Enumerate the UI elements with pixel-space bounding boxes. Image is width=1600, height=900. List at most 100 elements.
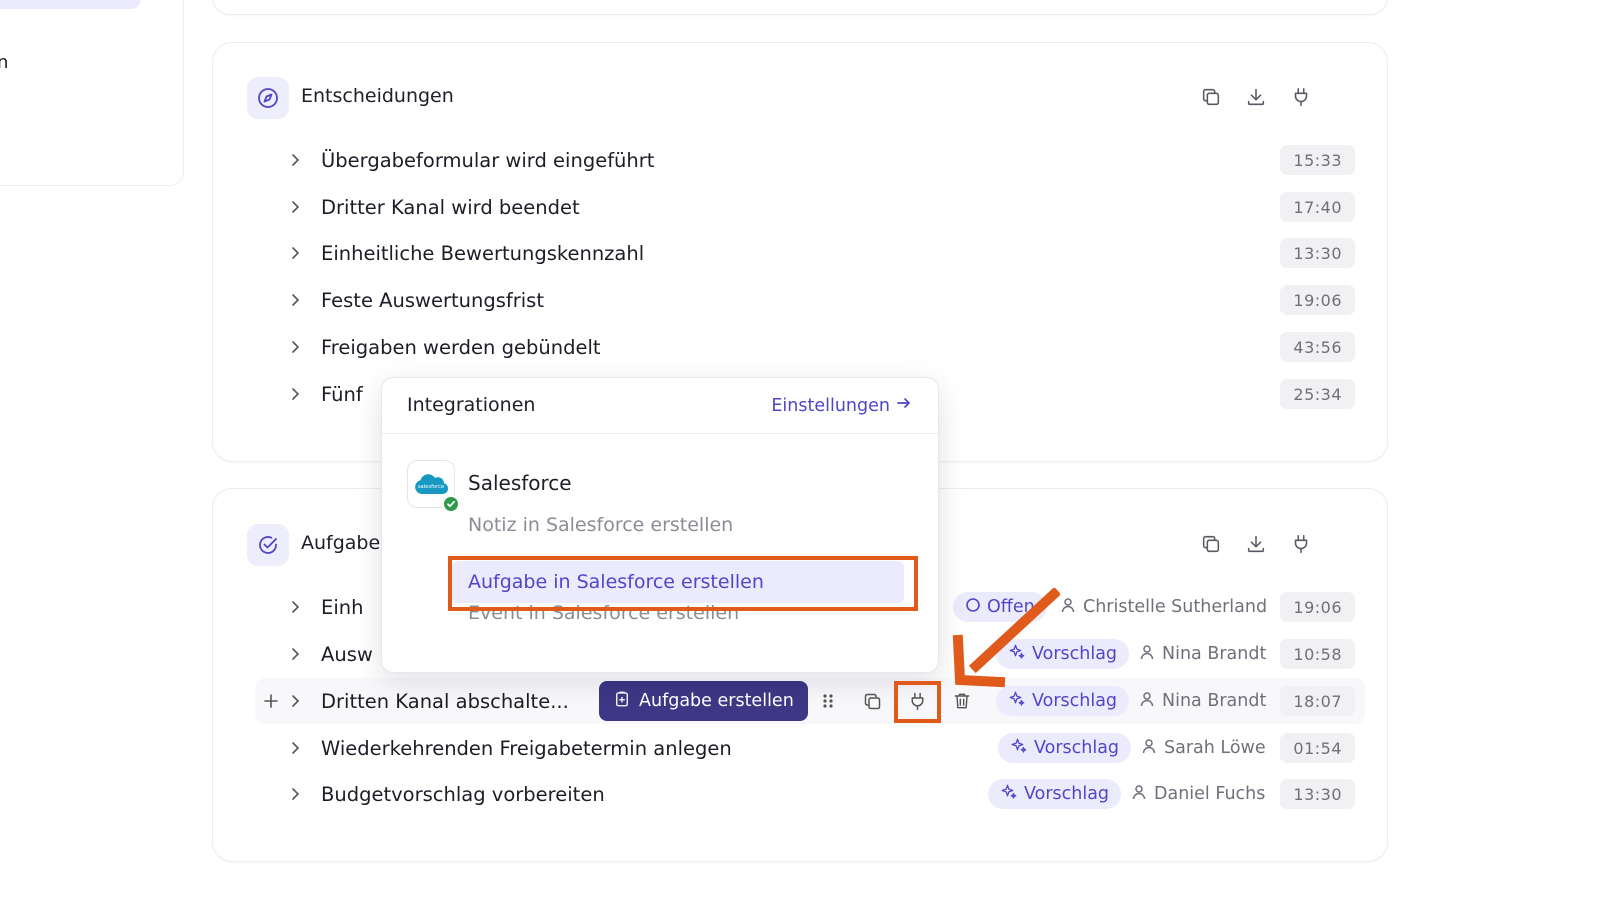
integration-name: Salesforce <box>468 471 572 495</box>
chevron-right-icon[interactable] <box>281 694 309 708</box>
task-label: Dritten Kanal abschalte... <box>321 689 569 713</box>
chevron-right-icon[interactable] <box>281 741 309 755</box>
tasks-title: Aufgabe <box>301 532 381 554</box>
assignee-name: Christelle Sutherland <box>1083 597 1268 617</box>
task-label: Ausw <box>321 642 373 666</box>
user-icon <box>1141 738 1157 759</box>
timestamp[interactable]: 13:30 <box>1280 238 1355 268</box>
chevron-right-icon[interactable] <box>281 600 309 614</box>
decision-row[interactable]: Fünf <box>281 372 363 416</box>
timestamp[interactable]: 19:06 <box>1280 592 1355 622</box>
sparkle-icon <box>1000 783 1018 806</box>
decision-label: Einheitliche Bewertungskennzahl <box>321 241 645 265</box>
chevron-right-icon[interactable] <box>281 340 309 354</box>
checkmark-icon <box>442 495 460 513</box>
plug-icon[interactable] <box>1285 81 1317 113</box>
assignee-name: Nina Brandt <box>1162 644 1267 664</box>
decision-row[interactable]: Feste Auswertungsfrist <box>281 278 544 322</box>
salesforce-logo-text: salesforce <box>418 484 444 490</box>
highlight-box <box>894 681 941 723</box>
timestamp[interactable]: 19:06 <box>1280 285 1355 315</box>
sparkle-icon <box>1010 737 1028 760</box>
decision-row[interactable]: Freigaben werden gebündelt <box>281 325 601 369</box>
salesforce-logo: salesforce <box>407 460 460 513</box>
clipboard-icon <box>613 690 631 713</box>
left-nav-label[interactable]: n <box>0 52 8 73</box>
popup-title: Integrationen <box>407 394 536 416</box>
decisions-title: Entscheidungen <box>301 85 454 107</box>
assignee[interactable]: Christelle Sutherland <box>1060 592 1267 622</box>
assignee[interactable]: Daniel Fuchs <box>1131 779 1265 809</box>
user-icon <box>1139 691 1155 712</box>
chevron-right-icon[interactable] <box>281 293 309 307</box>
annotation-arrow-icon <box>952 588 1060 688</box>
decision-label: Dritter Kanal wird beendet <box>321 195 580 219</box>
drag-handle-icon[interactable] <box>810 683 846 719</box>
assignee[interactable]: Sarah Löwe <box>1141 733 1266 763</box>
task-label: Einh <box>321 595 364 619</box>
decision-row[interactable]: Dritter Kanal wird beendet <box>281 185 580 229</box>
task-row[interactable]: Wiederkehrenden Freigabetermin anlegen <box>281 726 732 770</box>
chevron-right-icon[interactable] <box>281 153 309 167</box>
copy-icon[interactable] <box>1195 81 1227 113</box>
trash-icon[interactable] <box>944 683 980 719</box>
task-row[interactable]: Ausw <box>281 632 373 676</box>
check-circle-icon <box>247 524 289 566</box>
assignee[interactable]: Nina Brandt <box>1139 639 1266 669</box>
create-task-label: Aufgabe erstellen <box>639 691 794 711</box>
settings-link[interactable]: Einstellungen <box>771 395 912 416</box>
timestamp[interactable]: 25:34 <box>1280 379 1355 409</box>
assignee-name: Nina Brandt <box>1162 691 1267 711</box>
timestamp[interactable]: 15:33 <box>1280 145 1355 175</box>
chevron-right-icon[interactable] <box>281 647 309 661</box>
decision-row[interactable]: Einheitliche Bewertungskennzahl <box>281 231 644 275</box>
status-label: Vorschlag <box>1024 784 1110 804</box>
highlight-box <box>448 556 918 611</box>
chevron-right-icon[interactable] <box>281 200 309 214</box>
assignee[interactable]: Nina Brandt <box>1139 686 1266 716</box>
sparkle-icon <box>1008 690 1026 713</box>
decision-label: Übergabeformular wird eingeführt <box>321 148 655 172</box>
user-icon <box>1139 644 1155 665</box>
arrow-right-icon <box>896 395 912 416</box>
task-row[interactable]: Einh <box>281 585 363 629</box>
plug-icon[interactable] <box>1285 528 1317 560</box>
timestamp[interactable]: 43:56 <box>1280 332 1355 362</box>
download-icon[interactable] <box>1240 528 1272 560</box>
create-task-button[interactable]: Aufgabe erstellen <box>599 681 808 721</box>
previous-card <box>212 0 1388 15</box>
create-note-option[interactable]: Notiz in Salesforce erstellen <box>468 514 733 536</box>
timestamp[interactable]: 13:30 <box>1280 779 1355 809</box>
chevron-right-icon[interactable] <box>281 787 309 801</box>
status-badge[interactable]: Vorschlag <box>998 733 1132 763</box>
download-icon[interactable] <box>1240 81 1272 113</box>
settings-link-label: Einstellungen <box>771 395 890 416</box>
decision-row[interactable]: Übergabeformular wird eingeführt <box>281 138 654 182</box>
task-row[interactable]: Budgetvorschlag vorbereiten <box>281 772 605 816</box>
user-icon <box>1060 597 1076 618</box>
timestamp[interactable]: 10:58 <box>1280 639 1355 669</box>
decision-label: Fünf <box>321 382 363 406</box>
task-label: Wiederkehrenden Freigabetermin anlegen <box>321 736 732 760</box>
status-label: Vorschlag <box>1034 738 1120 758</box>
popup-header: Integrationen Einstellungen <box>382 378 938 434</box>
chevron-right-icon[interactable] <box>281 387 309 401</box>
status-badge[interactable]: Vorschlag <box>996 686 1130 716</box>
left-active-item[interactable] <box>0 0 141 9</box>
status-badge[interactable]: Vorschlag <box>988 779 1122 809</box>
left-panel <box>0 0 184 186</box>
user-icon <box>1131 784 1147 805</box>
integrations-popup: Integrationen Einstellungen salesforce S… <box>381 377 939 673</box>
copy-icon[interactable] <box>1195 528 1227 560</box>
chevron-right-icon[interactable] <box>281 246 309 260</box>
copy-icon[interactable] <box>854 683 890 719</box>
task-row[interactable]: Dritten Kanal abschalte... <box>281 679 569 723</box>
timestamp[interactable]: 17:40 <box>1280 192 1355 222</box>
decision-label: Freigaben werden gebündelt <box>321 335 601 359</box>
assignee-name: Sarah Löwe <box>1164 738 1266 758</box>
compass-icon <box>247 77 289 119</box>
timestamp[interactable]: 01:54 <box>1280 733 1355 763</box>
timestamp[interactable]: 18:07 <box>1280 686 1355 716</box>
decision-label: Feste Auswertungsfrist <box>321 288 544 312</box>
status-label: Vorschlag <box>1032 691 1118 711</box>
